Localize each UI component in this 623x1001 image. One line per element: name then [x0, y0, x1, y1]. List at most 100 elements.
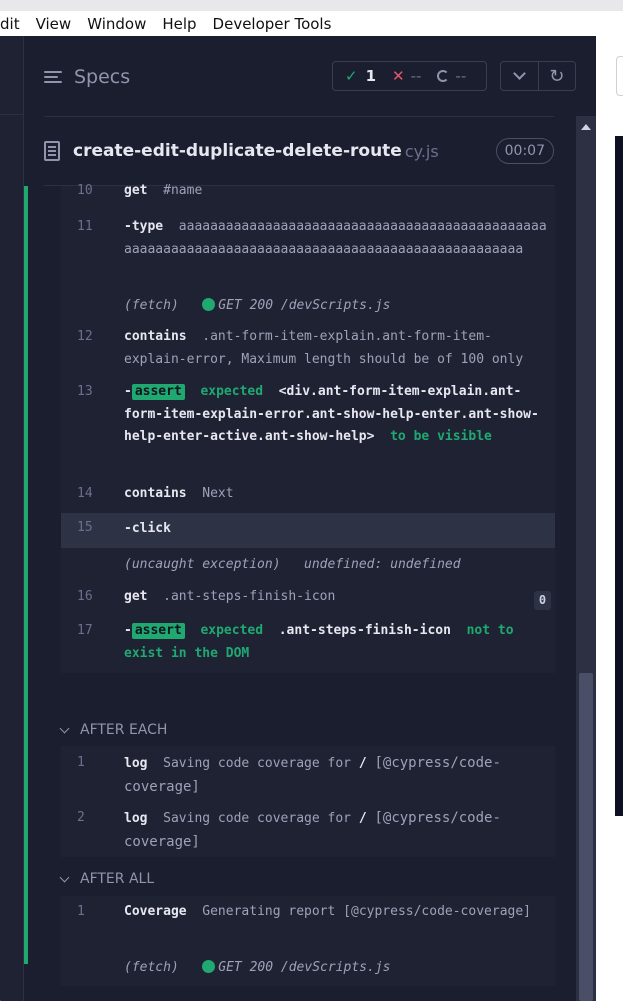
chevron-down-icon [59, 723, 70, 733]
scroll-up-icon[interactable] [581, 124, 591, 130]
assert-tail: not to [466, 623, 514, 638]
document-icon [44, 141, 60, 161]
spec-title-bar: create-edit-duplicate-delete-route cy.js… [44, 116, 554, 186]
command-message: Saving code coverage for [163, 811, 351, 826]
command-number: 17 [77, 623, 93, 638]
chevron-down-icon [512, 67, 526, 80]
command-name: contains [124, 329, 187, 344]
exception-message: undefined: undefined [304, 557, 461, 572]
fetch-row[interactable]: (fetch) GET 200 /devScripts.js [61, 289, 555, 323]
app-iframe[interactable] [615, 136, 623, 816]
restart-button[interactable]: ↻ [537, 62, 576, 90]
pending-icon [437, 70, 450, 82]
command-number: 11 [77, 219, 93, 234]
command-row[interactable]: 1 log Saving code coverage for / [@cypre… [61, 746, 555, 801]
app-preview [596, 36, 623, 1001]
after-each-header[interactable]: AFTER EACH [59, 722, 168, 738]
x-icon: ✕ [392, 67, 405, 85]
success-dot-icon [202, 960, 216, 973]
after-all-title: AFTER ALL [80, 871, 155, 887]
side-nav [0, 36, 24, 1001]
command-row[interactable]: 11 -type aaaaaaaaaaaaaaaaaaaaaaaaaaaaaaa… [61, 216, 555, 289]
assert-tail: to be [390, 429, 430, 444]
collapse-button[interactable] [501, 62, 538, 90]
command-name: Coverage [124, 904, 187, 919]
menu-edit[interactable]: dit [0, 15, 28, 33]
spec-file-name[interactable]: create-edit-duplicate-delete-route [73, 141, 402, 161]
app-menu-bar: dit View Window Help Developer Tools [0, 0, 623, 36]
menu-developer-tools[interactable]: Developer Tools [205, 15, 340, 33]
command-message: Generating report [@cypress/code-coverag… [202, 904, 532, 919]
command-url: / [358, 756, 367, 771]
menu-view[interactable]: View [28, 15, 80, 33]
command-url: / [358, 811, 367, 826]
command-name: click [131, 521, 171, 536]
menu-window[interactable]: Window [79, 15, 154, 33]
failed-stat: ✕ -- [388, 67, 421, 85]
command-row[interactable]: 14 contains Next [61, 480, 555, 513]
after-each-commands: 1 log Saving code coverage for / [@cypre… [61, 746, 555, 857]
fetch-label: (fetch) [124, 960, 179, 975]
command-name: type [131, 219, 164, 234]
chevron-down-icon [59, 872, 70, 882]
command-message: aaaaaaaaaaaaaaaaaaaaaaaaaaaaaaaaaaaaaaaa… [124, 219, 547, 257]
check-icon: ✓ [345, 67, 358, 85]
command-row[interactable]: 10 get #name [61, 183, 555, 216]
spec-file-extension: cy.js [404, 141, 439, 161]
command-row[interactable]: 2 log Saving code coverage for / [@cypre… [61, 801, 555, 857]
test-passed-indicator [24, 186, 28, 964]
command-row-active[interactable]: 15 -click [61, 513, 555, 548]
command-row[interactable]: 17 - assert expected .ant-steps-finish-ic… [61, 617, 555, 673]
command-row[interactable]: 16 get .ant-steps-finish-icon 0 [61, 583, 555, 617]
fetch-message: GET 200 /devScripts.js [218, 960, 391, 975]
command-message: Saving code coverage for [163, 756, 351, 771]
url-bar[interactable] [616, 56, 623, 96]
assert-tail-2: visible [437, 429, 492, 444]
scrollbar-thumb[interactable] [579, 673, 593, 1001]
assert-tail-2: exist in the DOM [124, 645, 250, 661]
command-message: Next [202, 486, 234, 501]
passed-stat: ✓ 1 [345, 67, 376, 85]
command-name: get [124, 589, 148, 604]
success-dot-icon [202, 298, 216, 311]
command-message: .ant-steps-finish-icon [163, 589, 336, 604]
run-controls: ↻ [500, 61, 576, 91]
after-all-commands: 1 Coverage Generating report [@cypress/c… [61, 896, 555, 986]
assert-subject: .ant-steps-finish-icon [278, 623, 451, 638]
command-row[interactable]: 12 contains .ant-form-item-explain.ant-f… [61, 323, 555, 378]
command-number: 2 [77, 810, 85, 825]
test-commands: 10 get #name 11 -type aaaaaaaaaaaaaaaaaa… [61, 183, 555, 673]
command-number: 10 [77, 183, 93, 198]
specs-list-icon [44, 68, 64, 86]
fetch-row[interactable]: (fetch) GET 200 /devScripts.js [61, 952, 555, 986]
assert-badge: assert [131, 623, 185, 639]
command-number: 1 [77, 904, 85, 919]
assert-expected: expected [200, 384, 264, 399]
reporter-panel: Specs ✓ 1 ✕ -- -- ↻ create-edit-duplicat… [24, 36, 596, 1001]
element-count-badge: 0 [534, 591, 551, 610]
nav-divider [0, 114, 24, 115]
command-message: #name [163, 183, 203, 198]
command-number: 15 [77, 520, 93, 535]
nav-status-indicator[interactable] [0, 997, 4, 1001]
fetch-message: GET 200 /devScripts.js [218, 298, 391, 313]
command-number: 16 [77, 589, 93, 604]
exception-row[interactable]: (uncaught exception) undefined: undefine… [61, 548, 555, 583]
command-name: log [124, 756, 148, 771]
specs-button[interactable]: Specs [44, 66, 130, 88]
command-name: get [124, 183, 148, 198]
passed-count: 1 [365, 67, 377, 85]
command-number: 14 [77, 486, 93, 501]
command-row[interactable]: 1 Coverage Generating report [@cypress/c… [61, 896, 555, 952]
command-name: log [124, 811, 148, 826]
command-log-scrollbar[interactable] [576, 116, 596, 1001]
menu-help[interactable]: Help [154, 15, 204, 33]
reporter-header: Specs ✓ 1 ✕ -- -- ↻ [24, 36, 596, 116]
specs-label: Specs [74, 66, 131, 88]
after-each-title: AFTER EACH [80, 722, 168, 738]
command-row[interactable]: 13 - assert expected <div.ant-form-item-e… [61, 378, 555, 480]
pending-stat: -- [433, 67, 466, 85]
failed-count: -- [410, 67, 422, 85]
command-number: 13 [77, 384, 93, 399]
after-all-header[interactable]: AFTER ALL [59, 871, 155, 887]
